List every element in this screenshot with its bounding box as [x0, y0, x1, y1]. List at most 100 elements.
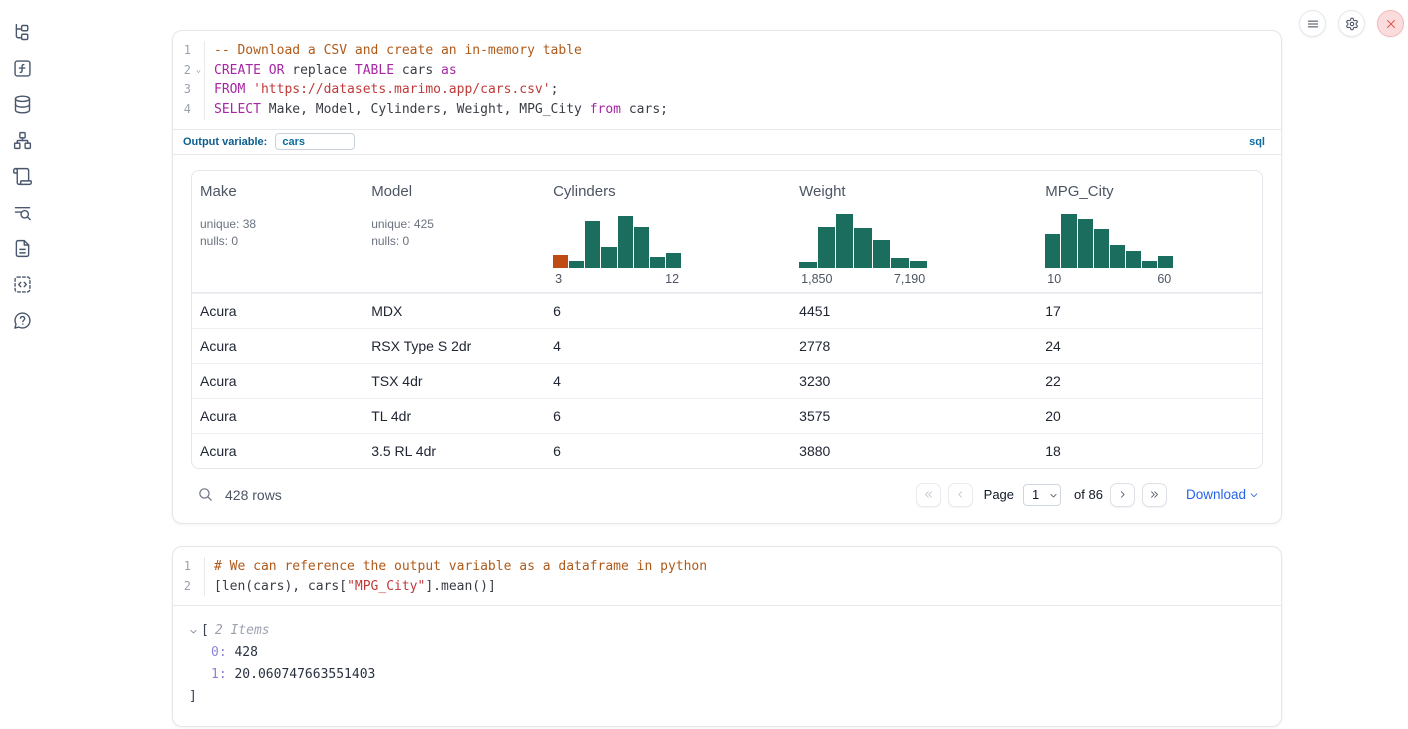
scratchpad-icon[interactable]	[11, 165, 33, 187]
first-page-button[interactable]	[916, 483, 941, 507]
axis-tick-label: 7,190	[894, 272, 925, 286]
python-code-editor[interactable]: 1# We can reference the output variable …	[173, 547, 1281, 605]
close-bracket: ]	[189, 686, 1265, 708]
output-variable-label: Output variable:	[183, 136, 267, 148]
histogram-bar	[1061, 214, 1076, 267]
histogram-bar	[569, 261, 584, 268]
histogram-bar	[891, 258, 908, 268]
histogram-bars	[553, 213, 681, 268]
settings-gear-icon[interactable]	[1338, 10, 1365, 37]
table-cell: 4451	[791, 294, 1037, 328]
tree-entry-value: 428	[227, 645, 258, 660]
tree-entries: 0: 4281: 20.060747663551403	[189, 642, 1265, 686]
table-body: AcuraMDX6445117AcuraRSX Type S 2dr427782…	[192, 293, 1262, 468]
histogram-bar	[1110, 245, 1125, 268]
download-button[interactable]: Download	[1186, 487, 1259, 502]
row-count: 428 rows	[225, 487, 282, 503]
table-cell: 4	[545, 364, 791, 398]
page-select[interactable]: 1	[1023, 484, 1061, 506]
dependency-graph-icon[interactable]	[11, 129, 33, 151]
code-line[interactable]: 4SELECT Make, Model, Cylinders, Weight, …	[173, 100, 1281, 120]
table-cell: 3880	[791, 434, 1037, 468]
last-page-button[interactable]	[1142, 483, 1167, 507]
python-cell: 1# We can reference the output variable …	[172, 546, 1282, 727]
search-icon[interactable]	[197, 486, 214, 503]
histogram-bar	[910, 261, 927, 268]
output-variable-input[interactable]	[275, 133, 355, 150]
column-header-cylinders: Cylinders 312	[545, 171, 791, 292]
function-panel-icon[interactable]	[11, 57, 33, 79]
axis-tick-label: 10	[1047, 272, 1061, 286]
histogram-bar	[799, 262, 816, 268]
histogram-bar	[1158, 256, 1173, 268]
table-row: AcuraRSX Type S 2dr4277824	[192, 328, 1262, 363]
fold-chevron-icon[interactable]: ⌄	[193, 61, 204, 81]
column-header-mpg-city: MPG_City 1060	[1037, 171, 1262, 292]
collapse-chevron-icon[interactable]	[189, 627, 198, 636]
sql-cell: 1-- Download a CSV and create an in-memo…	[172, 30, 1282, 524]
menu-icon[interactable]	[1299, 10, 1326, 37]
tree-entry: 1: 20.060747663551403	[189, 664, 1265, 686]
documentation-icon[interactable]	[11, 237, 33, 259]
logs-search-icon[interactable]	[11, 201, 33, 223]
histogram-bar	[585, 221, 600, 268]
histogram-bar	[618, 216, 633, 268]
table-row: AcuraTL 4dr6357520	[192, 398, 1262, 433]
table-cell: 6	[545, 294, 791, 328]
histogram-bar	[1094, 229, 1109, 268]
histogram-bar	[1045, 234, 1060, 268]
table-cell: 18	[1037, 434, 1262, 468]
pagination: Page 1 of 86	[916, 483, 1259, 507]
chevron-down-icon	[1249, 490, 1259, 500]
sql-code-editor[interactable]: 1-- Download a CSV and create an in-memo…	[173, 31, 1281, 129]
line-number-gutter: 3	[173, 80, 205, 100]
shutdown-close-icon[interactable]	[1377, 10, 1404, 37]
line-number-gutter: 1	[173, 557, 205, 577]
file-tree-icon[interactable]	[11, 21, 33, 43]
code-line[interactable]: 2⌄CREATE OR replace TABLE cars as	[173, 61, 1281, 81]
histogram-axis-labels: 10 60	[1045, 272, 1173, 286]
histogram-bars	[1045, 213, 1173, 268]
table-cell: 6	[545, 399, 791, 433]
table-header: Make unique: 38 nulls: 0 Model unique: 4…	[192, 171, 1262, 293]
tree-root: [ 2 Items	[189, 620, 1265, 642]
output-variable-row: Output variable: sql	[173, 129, 1281, 154]
line-number-gutter: 2⌄	[173, 61, 205, 81]
help-chat-icon[interactable]	[11, 309, 33, 331]
data-table: Make unique: 38 nulls: 0 Model unique: 4…	[191, 170, 1263, 469]
code-line[interactable]: 2[len(cars), cars["MPG_City"].mean()]	[173, 577, 1281, 597]
code-line[interactable]: 1-- Download a CSV and create an in-memo…	[173, 41, 1281, 61]
histogram-bar	[873, 240, 890, 268]
table-cell: Acura	[192, 329, 363, 363]
list-output-tree: [ 2 Items 0: 4281: 20.060747663551403 ]	[173, 606, 1281, 726]
language-badge[interactable]: sql	[1249, 136, 1271, 148]
table-cell: RSX Type S 2dr	[363, 329, 545, 363]
line-number-gutter: 4	[173, 100, 205, 120]
histogram-bar	[634, 227, 649, 268]
weight-histogram: 1,8507,190	[799, 213, 927, 286]
histogram-bar	[666, 253, 681, 268]
table-footer: 428 rows Page 1	[191, 469, 1263, 511]
code-line[interactable]: 3FROM 'https://datasets.marimo.app/cars.…	[173, 80, 1281, 100]
snippets-icon[interactable]	[11, 273, 33, 295]
tree-entry: 0: 428	[189, 642, 1265, 664]
open-bracket: [	[201, 620, 209, 642]
column-title: Cylinders	[553, 183, 783, 200]
items-count-label: 2 Items	[215, 620, 270, 642]
table-cell: Acura	[192, 294, 363, 328]
code-line[interactable]: 1# We can reference the output variable …	[173, 557, 1281, 577]
tree-entry-key: 1:	[211, 667, 227, 682]
prev-page-button[interactable]	[948, 483, 973, 507]
line-number-gutter: 1	[173, 41, 205, 61]
table-cell: TL 4dr	[363, 399, 545, 433]
table-cell: 3230	[791, 364, 1037, 398]
axis-tick-label: 3	[555, 272, 562, 286]
next-page-button[interactable]	[1110, 483, 1135, 507]
column-header-weight: Weight 1,8507,190	[791, 171, 1037, 292]
datasources-icon[interactable]	[11, 93, 33, 115]
notebook-main: 1-- Download a CSV and create an in-memo…	[172, 30, 1282, 727]
line-number-gutter: 2	[173, 577, 205, 597]
table-cell: 22	[1037, 364, 1262, 398]
axis-tick-label: 60	[1157, 272, 1171, 286]
left-sidebar	[0, 0, 44, 331]
